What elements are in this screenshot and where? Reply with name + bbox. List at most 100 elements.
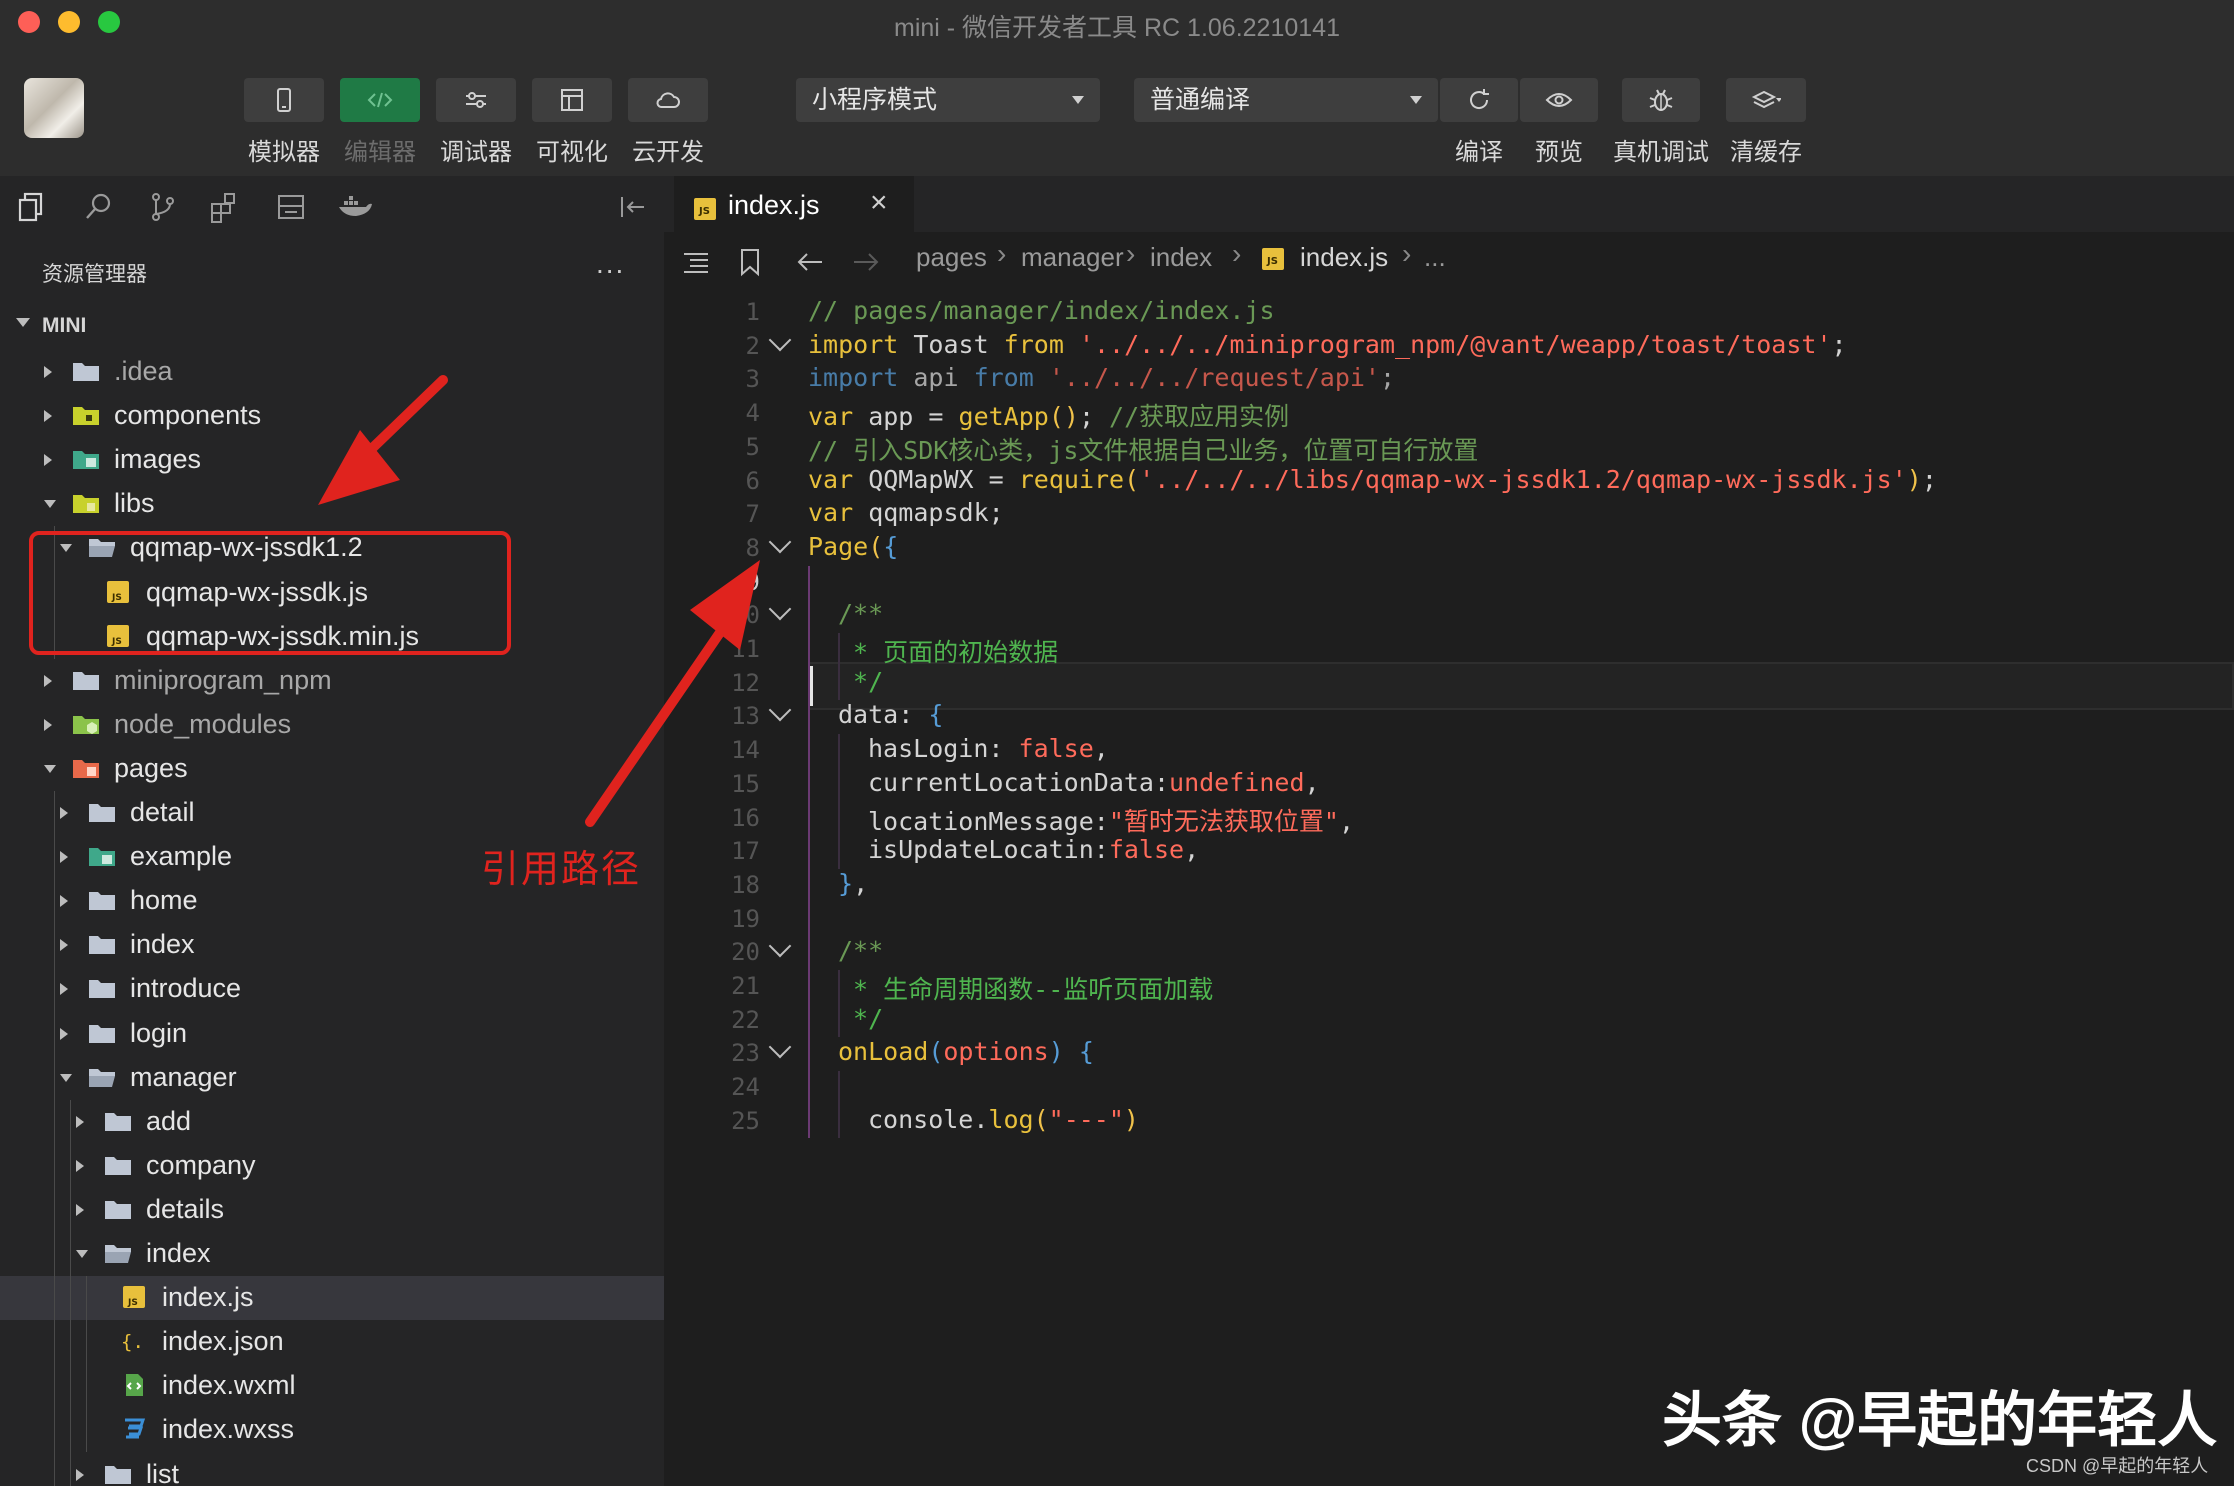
tree-item[interactable]: pages xyxy=(0,747,664,791)
json-file-icon: {..} xyxy=(121,1331,148,1353)
code-token: getApp xyxy=(958,402,1049,432)
line-number: 5 xyxy=(745,432,760,461)
code-token: , xyxy=(1093,734,1109,764)
tree-item[interactable]: index xyxy=(0,1232,664,1276)
bookmark-icon[interactable] xyxy=(736,246,764,278)
cloud-button[interactable] xyxy=(628,78,708,122)
chevron-right-icon xyxy=(76,1203,84,1216)
tree-item[interactable]: manager xyxy=(0,1056,664,1100)
close-icon[interactable]: × xyxy=(870,186,888,220)
extensions-icon[interactable] xyxy=(208,190,242,224)
tree-item[interactable]: {..} index.json xyxy=(0,1320,664,1364)
device-debug-button[interactable] xyxy=(1622,78,1700,122)
code-token: */ xyxy=(838,666,884,696)
tab-index-js[interactable]: index.js × xyxy=(674,176,914,232)
tree-item[interactable]: JS index.js xyxy=(0,1276,664,1321)
tree-item[interactable]: login xyxy=(0,1012,664,1056)
visual-button[interactable] xyxy=(532,78,612,122)
code-token: { xyxy=(883,531,899,561)
tree-item[interactable]: index xyxy=(0,923,664,967)
storage-icon[interactable] xyxy=(274,190,308,224)
line-number: 18 xyxy=(731,870,760,899)
compile-select[interactable]: 普通编译 xyxy=(1134,78,1438,122)
breadcrumb-item[interactable]: manager xyxy=(1021,242,1124,273)
files-icon[interactable] xyxy=(16,190,50,224)
tree-item-label: index.wxml xyxy=(162,1370,296,1401)
folder-open-icon xyxy=(89,1068,115,1087)
tree-item[interactable]: components xyxy=(0,394,664,438)
tree-item-label: miniprogram_npm xyxy=(114,664,332,695)
editor-button[interactable] xyxy=(340,78,420,122)
code-token: ( xyxy=(928,1037,944,1067)
preview-button[interactable] xyxy=(1520,78,1598,122)
code-token: app = xyxy=(853,402,959,432)
code-line: var QQMapWX = require('../../../libs/qqm… xyxy=(808,465,1937,494)
more-icon[interactable]: ... xyxy=(596,248,625,280)
annotation-label: 引用路径 xyxy=(481,849,642,891)
libs-folder-icon xyxy=(73,495,99,514)
docker-icon[interactable] xyxy=(336,190,374,224)
tree-item[interactable]: libs xyxy=(0,482,664,526)
arrow-right-icon[interactable] xyxy=(850,246,882,278)
avatar[interactable] xyxy=(24,78,84,138)
chevron-down-icon xyxy=(44,764,56,773)
code-token: */ xyxy=(838,1003,884,1033)
clear-cache-button[interactable] xyxy=(1726,78,1806,122)
breadcrumb-item[interactable]: ... xyxy=(1424,242,1446,273)
tree-item[interactable]: company xyxy=(0,1144,664,1188)
code-line: Page({ xyxy=(808,532,898,561)
tree-item[interactable]: introduce xyxy=(0,967,664,1011)
code-token: options xyxy=(943,1037,1049,1067)
tree-item-label: index.json xyxy=(162,1326,284,1357)
chevron-right-icon xyxy=(60,807,68,819)
line-number: 2 xyxy=(745,331,760,360)
code-token: hasLogin: xyxy=(868,734,1019,764)
indent-guide xyxy=(54,791,55,1486)
collapse-sidebar-icon[interactable] xyxy=(614,190,648,224)
tree-item[interactable]: images xyxy=(0,438,664,482)
mode-select[interactable]: 小程序模式 xyxy=(796,78,1100,122)
tree-item[interactable]: add xyxy=(0,1100,664,1144)
code-icon xyxy=(367,92,393,108)
code-line: /** xyxy=(838,936,883,965)
chevron-right-icon xyxy=(44,674,52,687)
code-token: Page xyxy=(808,531,869,561)
search-icon[interactable] xyxy=(82,190,116,224)
code-indent-guide xyxy=(838,734,840,869)
simulator-label: 模拟器 xyxy=(248,139,320,166)
debugger-label: 调试器 xyxy=(440,139,512,166)
code-token: ) xyxy=(1906,464,1922,494)
explorer-title: 资源管理器 xyxy=(42,263,147,286)
images-folder-icon xyxy=(73,451,99,470)
tree-item-label: details xyxy=(146,1193,225,1224)
arrow-left-icon[interactable] xyxy=(794,246,826,278)
editor: index.js × pages › manager › index › ind… xyxy=(664,176,2234,1486)
tree-item[interactable]: detail xyxy=(0,791,664,835)
project-root[interactable]: MINI xyxy=(0,306,664,346)
tree-item[interactable]: miniprogram_npm xyxy=(0,659,664,703)
code-token: ( xyxy=(1124,464,1140,494)
tree-item[interactable]: index.wxml xyxy=(0,1364,664,1408)
folder-icon xyxy=(105,1112,131,1131)
compile-button[interactable] xyxy=(1440,78,1518,122)
code-token: false xyxy=(1018,734,1094,764)
breadcrumb-item[interactable]: pages xyxy=(916,242,987,273)
debugger-button[interactable] xyxy=(436,78,516,122)
code-line: import api from '../../../request/api'; xyxy=(808,363,1395,392)
line-number: 7 xyxy=(745,500,760,529)
tree-item[interactable]: node_modules xyxy=(0,703,664,747)
breadcrumb-item[interactable]: index xyxy=(1150,242,1212,273)
list-icon[interactable] xyxy=(680,246,712,278)
tree-item[interactable]: details xyxy=(0,1188,664,1232)
tree-item[interactable]: list xyxy=(0,1453,664,1486)
code-token: ; xyxy=(1380,363,1396,393)
tree-item[interactable]: index.wxss xyxy=(0,1408,664,1452)
breadcrumb-item[interactable]: index.js xyxy=(1300,242,1388,273)
code-token: ) xyxy=(1123,1104,1139,1134)
code-token: // 引入SDK核心类，js文件根据自己业务，位置可自行放置 xyxy=(808,435,1479,465)
source-control-icon[interactable] xyxy=(146,190,180,224)
tree-item[interactable]: .idea xyxy=(0,350,664,394)
code-token: ; xyxy=(1921,464,1937,494)
simulator-button[interactable] xyxy=(244,78,324,122)
